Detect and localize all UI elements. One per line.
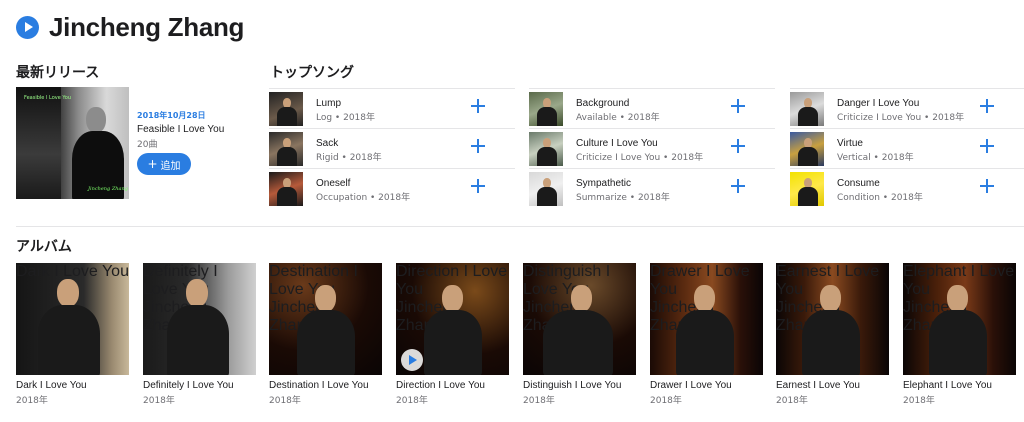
plus-icon: + xyxy=(147,157,158,171)
album-name[interactable]: Distinguish I Love You xyxy=(523,380,636,391)
song-artwork xyxy=(269,92,303,126)
album-name[interactable]: Earnest I Love You xyxy=(776,380,889,391)
song-title: Virtue xyxy=(837,138,863,149)
album-card[interactable]: Destination I Love You Jincheng Zhang De… xyxy=(269,263,382,406)
song-title: Danger I Love You xyxy=(837,98,920,109)
song-title: Sympathetic xyxy=(576,178,632,189)
song-title: Culture I Love You xyxy=(576,138,658,149)
song-row[interactable]: Sympathetic Summarize • 2018年 xyxy=(529,168,775,208)
song-artwork xyxy=(790,132,824,166)
song-subtitle: Summarize • 2018年 xyxy=(576,193,670,203)
artist-name: Jincheng Zhang xyxy=(49,11,245,42)
song-artwork xyxy=(790,92,824,126)
top-songs-title[interactable]: トップソング xyxy=(270,62,354,82)
album-artwork[interactable]: Elephant I Love You Jincheng Zhang xyxy=(903,263,1016,375)
song-row[interactable]: Background Available • 2018年 xyxy=(529,88,775,128)
album-artwork[interactable]: Direction I Love You Jincheng Zhang xyxy=(396,263,509,375)
song-subtitle: Occupation • 2018年 xyxy=(316,193,411,203)
album-card[interactable]: Distinguish I Love You Jincheng Zhang Di… xyxy=(523,263,636,406)
artist-header: Jincheng Zhang xyxy=(16,12,244,42)
latest-release-title[interactable]: 最新リリース xyxy=(16,62,99,82)
play-icon[interactable] xyxy=(401,349,423,371)
add-song-plus-icon[interactable] xyxy=(471,179,485,193)
add-song-plus-icon[interactable] xyxy=(731,179,745,193)
cover-signature: Jincheng Zhang xyxy=(88,186,128,192)
song-subtitle: Log • 2018年 xyxy=(316,113,376,123)
add-song-plus-icon[interactable] xyxy=(980,139,994,153)
album-year: 2018年 xyxy=(776,396,808,406)
album-artwork[interactable]: Drawer I Love You Jincheng Zhang xyxy=(650,263,763,375)
track-count: 20曲 xyxy=(137,140,158,150)
album-card[interactable]: Dark I Love You Dark I Love You 2018年 xyxy=(16,263,129,406)
play-circle-icon[interactable] xyxy=(16,15,39,39)
album-year: 2018年 xyxy=(903,396,935,406)
album-card[interactable]: Direction I Love You Jincheng Zhang Dire… xyxy=(396,263,509,406)
album-artwork[interactable]: Distinguish I Love You Jincheng Zhang xyxy=(523,263,636,375)
album-name[interactable]: Definitely I Love You xyxy=(143,380,256,391)
release-name[interactable]: Feasible I Love You xyxy=(137,124,224,135)
album-year: 2018年 xyxy=(396,396,428,406)
album-year: 2018年 xyxy=(269,396,301,406)
song-artwork xyxy=(790,172,824,206)
album-name[interactable]: Drawer I Love You xyxy=(650,380,763,391)
song-artwork xyxy=(529,92,563,126)
song-subtitle: Criticize I Love You • 2018年 xyxy=(576,153,704,163)
song-title: Oneself xyxy=(316,178,351,189)
song-subtitle: Rigid • 2018年 xyxy=(316,153,382,163)
album-name[interactable]: Destination I Love You xyxy=(269,380,382,391)
add-song-plus-icon[interactable] xyxy=(980,179,994,193)
section-divider xyxy=(16,226,1024,227)
album-card[interactable]: Definitely I Love You Jincheng Zhang Def… xyxy=(143,263,256,406)
albums-title[interactable]: アルバム xyxy=(16,236,72,256)
song-subtitle: Criticize I Love You • 2018年 xyxy=(837,113,965,123)
release-date: 2018年10月28日 xyxy=(137,111,206,120)
song-subtitle: Vertical • 2018年 xyxy=(837,153,914,163)
song-subtitle: Available • 2018年 xyxy=(576,113,660,123)
album-artwork[interactable]: Definitely I Love You Jincheng Zhang xyxy=(143,263,256,375)
album-artwork[interactable]: Earnest I Love You Jincheng Zhang xyxy=(776,263,889,375)
album-artwork[interactable]: Dark I Love You xyxy=(16,263,129,375)
song-row[interactable]: Culture I Love You Criticize I Love You … xyxy=(529,128,775,168)
album-card[interactable]: Drawer I Love You Jincheng Zhang Drawer … xyxy=(650,263,763,406)
album-year: 2018年 xyxy=(650,396,682,406)
add-song-plus-icon[interactable] xyxy=(980,99,994,113)
album-card[interactable]: Elephant I Love You Jincheng Zhang Eleph… xyxy=(903,263,1016,406)
song-row[interactable]: Sack Rigid • 2018年 xyxy=(269,128,515,168)
song-title: Consume xyxy=(837,178,880,189)
song-artwork xyxy=(529,132,563,166)
song-title: Lump xyxy=(316,98,342,109)
add-button[interactable]: + 追加 xyxy=(137,153,191,175)
song-row[interactable]: Oneself Occupation • 2018年 xyxy=(269,168,515,208)
song-artwork xyxy=(269,132,303,166)
add-label: 追加 xyxy=(160,160,181,172)
song-title: Background xyxy=(576,98,630,109)
song-title: Sack xyxy=(316,138,339,149)
song-row[interactable]: Virtue Vertical • 2018年 xyxy=(790,128,1024,168)
album-name[interactable]: Elephant I Love You xyxy=(903,380,1016,391)
add-song-plus-icon[interactable] xyxy=(471,139,485,153)
album-year: 2018年 xyxy=(143,396,175,406)
cover-caption: Feasible I Love You xyxy=(24,95,72,101)
song-row[interactable]: Lump Log • 2018年 xyxy=(269,88,515,128)
album-name[interactable]: Direction I Love You xyxy=(396,380,509,391)
album-year: 2018年 xyxy=(16,396,48,406)
album-card[interactable]: Earnest I Love You Jincheng Zhang Earnes… xyxy=(776,263,889,406)
add-song-plus-icon[interactable] xyxy=(471,99,485,113)
song-artwork xyxy=(529,172,563,206)
add-song-plus-icon[interactable] xyxy=(731,99,745,113)
song-row[interactable]: Danger I Love You Criticize I Love You •… xyxy=(790,88,1024,128)
add-song-plus-icon[interactable] xyxy=(731,139,745,153)
song-subtitle: Condition • 2018年 xyxy=(837,193,923,203)
song-artwork xyxy=(269,172,303,206)
album-name[interactable]: Dark I Love You xyxy=(16,380,129,391)
latest-release-cover[interactable]: Feasible I Love You Jincheng Zhang xyxy=(16,87,129,199)
album-artwork[interactable]: Destination I Love You Jincheng Zhang xyxy=(269,263,382,375)
song-row[interactable]: Consume Condition • 2018年 xyxy=(790,168,1024,208)
album-year: 2018年 xyxy=(523,396,555,406)
latest-release-info: 2018年10月28日 Feasible I Love You 20曲 xyxy=(137,110,224,150)
